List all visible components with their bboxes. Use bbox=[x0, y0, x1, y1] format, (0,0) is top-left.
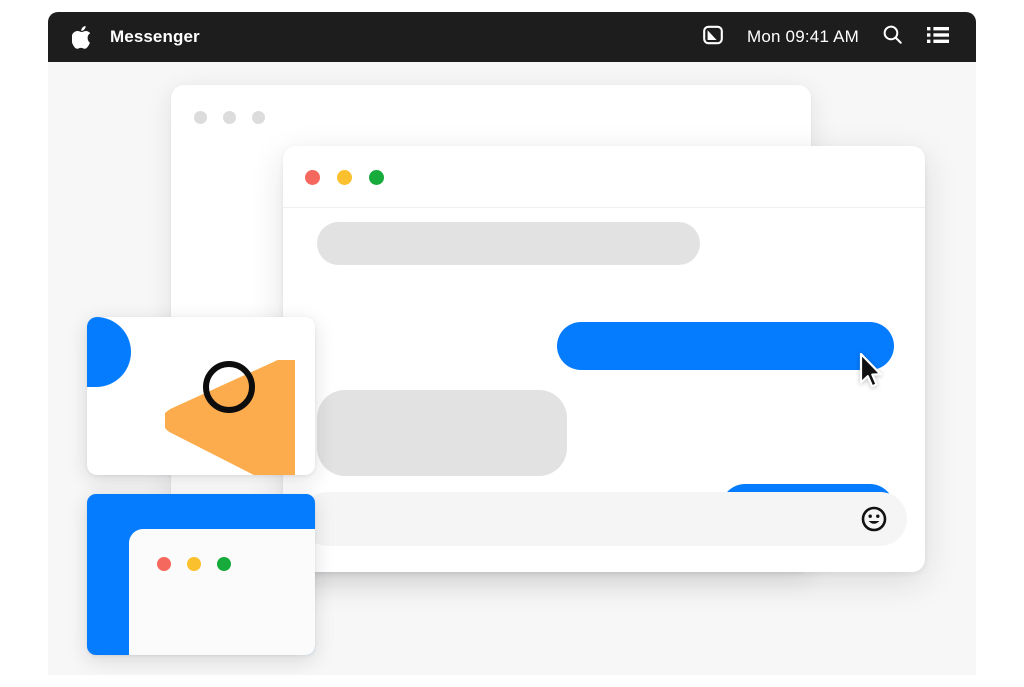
messenger-window[interactable] bbox=[283, 146, 925, 572]
screen-mirroring-icon[interactable] bbox=[701, 23, 725, 52]
maximize-button[interactable] bbox=[369, 170, 384, 185]
mini-window-body bbox=[129, 529, 315, 655]
shapes-sticker-card bbox=[87, 317, 315, 475]
close-button[interactable] bbox=[305, 170, 320, 185]
menu-bar-status-group: Mon 09:41 AM bbox=[701, 23, 950, 52]
half-circle-shape bbox=[87, 317, 131, 387]
message-composer[interactable] bbox=[301, 492, 907, 546]
maximize-button[interactable] bbox=[252, 111, 265, 124]
circle-outline-shape bbox=[203, 361, 255, 413]
window-traffic-lights bbox=[305, 170, 384, 185]
smiley-face-icon[interactable] bbox=[861, 506, 887, 532]
menu-bar-left-group: Messenger bbox=[71, 25, 200, 49]
window-titlebar[interactable] bbox=[283, 146, 925, 208]
active-app-name[interactable]: Messenger bbox=[110, 27, 200, 47]
window-traffic-lights bbox=[194, 111, 265, 124]
minimize-button[interactable] bbox=[337, 170, 352, 185]
maximize-button[interactable] bbox=[217, 557, 231, 571]
window-sticker-card bbox=[87, 494, 315, 655]
search-icon[interactable] bbox=[881, 23, 904, 51]
macos-menu-bar: Messenger Mon 09:41 AM bbox=[48, 12, 976, 62]
list-icon[interactable] bbox=[926, 25, 950, 50]
message-input[interactable] bbox=[325, 492, 837, 546]
close-button[interactable] bbox=[157, 557, 171, 571]
screen: Messenger Mon 09:41 AM bbox=[0, 0, 1024, 687]
message-bubble-outgoing-1[interactable] bbox=[557, 322, 894, 370]
window-traffic-lights bbox=[157, 557, 231, 571]
message-bubble-incoming-1[interactable] bbox=[317, 222, 700, 265]
close-button[interactable] bbox=[194, 111, 207, 124]
minimize-button[interactable] bbox=[223, 111, 236, 124]
message-bubble-incoming-2[interactable] bbox=[317, 390, 567, 476]
minimize-button[interactable] bbox=[187, 557, 201, 571]
apple-logo-icon[interactable] bbox=[71, 25, 92, 49]
menu-bar-clock[interactable]: Mon 09:41 AM bbox=[747, 27, 859, 47]
